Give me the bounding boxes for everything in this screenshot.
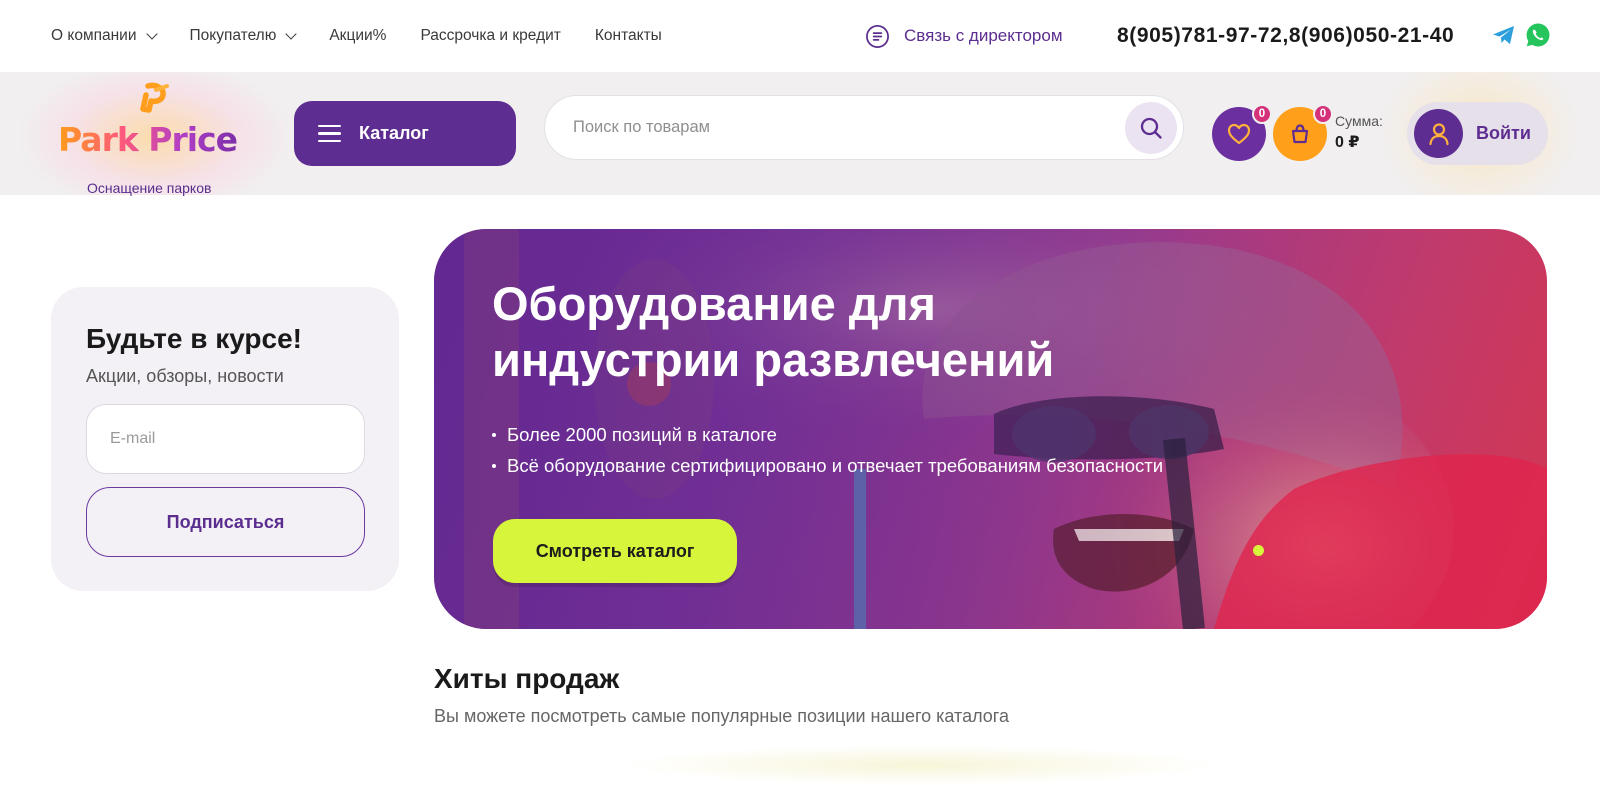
login-label: Войти: [1476, 123, 1531, 143]
nav-installments[interactable]: Рассрочка и кредит: [420, 27, 560, 45]
logo-mark-icon: [140, 82, 169, 113]
catalog-button-label: Каталог: [359, 123, 429, 143]
message-list-icon: [866, 24, 889, 48]
heart-icon: [1227, 123, 1251, 145]
cart-sum: Сумма: 0 ₽: [1335, 113, 1383, 152]
view-catalog-button[interactable]: Смотреть каталог: [493, 519, 737, 583]
director-contact-link[interactable]: Связь с директором: [865, 0, 1063, 72]
logo-text: Park Price: [58, 120, 238, 159]
catalog-button[interactable]: Каталог: [294, 101, 516, 166]
director-contact-label: Связь с директором: [904, 26, 1063, 45]
chevron-down-icon: [285, 27, 298, 40]
search-icon: [1140, 117, 1162, 139]
hero-banner: Оборудование для индустрии развлечений Б…: [434, 229, 1547, 629]
search-button[interactable]: [1125, 102, 1177, 154]
email-field-wrapper: [86, 404, 365, 474]
favorites-button[interactable]: 0: [1212, 104, 1272, 161]
slider-dot[interactable]: [1253, 545, 1264, 556]
cart-sum-value: 0 ₽: [1335, 134, 1360, 151]
telegram-icon[interactable]: [1491, 22, 1517, 48]
nav-buyer-label: Покупателю: [189, 27, 277, 44]
section-glow: [620, 745, 1220, 785]
user-icon: [1428, 122, 1449, 145]
email-field[interactable]: [110, 405, 350, 473]
subscribe-title: Будьте в курсе!: [86, 323, 303, 354]
top-nav: О компании Покупателю Акции% Рассрочка и…: [51, 0, 662, 72]
subscribe-button[interactable]: Подписаться: [86, 487, 365, 557]
cart-button[interactable]: 0: [1273, 104, 1333, 161]
logo-subtitle: Оснащение парков: [87, 180, 212, 196]
subscribe-subtitle: Акции, обзоры, новости: [86, 366, 284, 386]
hero-bullets: Более 2000 позиций в каталоге Всё оборуд…: [492, 419, 1163, 481]
menu-icon: [318, 125, 341, 142]
cart-sum-label: Сумма:: [1335, 113, 1383, 129]
top-bar: О компании Покупателю Акции% Рассрочка и…: [0, 0, 1600, 72]
subscribe-card: Будьте в курсе! Акции, обзоры, новости П…: [51, 287, 399, 591]
login-button[interactable]: Войти: [1407, 102, 1548, 165]
hits-subtitle: Вы можете посмотреть самые популярные по…: [434, 706, 1009, 726]
hero-title: Оборудование для индустрии развлечений: [492, 277, 1055, 386]
site-logo[interactable]: Park Price Оснащение парков: [56, 82, 256, 196]
nav-about-label: О компании: [51, 27, 137, 44]
basket-icon: [1291, 124, 1309, 144]
chevron-down-icon: [145, 27, 158, 40]
cart-count-badge: 0: [1313, 104, 1333, 124]
search-bar: [544, 95, 1184, 160]
nav-contacts-label: Контакты: [594, 27, 662, 44]
search-input[interactable]: [573, 96, 1113, 159]
nav-installments-label: Рассрочка и кредит: [420, 27, 561, 44]
nav-promotions[interactable]: Акции%: [329, 27, 386, 45]
favorites-count-badge: 0: [1252, 104, 1272, 124]
hits-title: Хиты продаж: [434, 663, 620, 694]
user-avatar: [1414, 109, 1463, 158]
hero-bullet: Всё оборудование сертифицировано и отвеч…: [492, 450, 1163, 481]
nav-buyer[interactable]: Покупателю: [189, 27, 298, 45]
nav-promotions-label: Акции%: [329, 27, 387, 44]
hero-bullet: Более 2000 позиций в каталоге: [492, 419, 1163, 450]
phone-numbers[interactable]: 8(905)781-97-72,8(906)050-21-40: [1117, 0, 1454, 72]
nav-contacts[interactable]: Контакты: [595, 27, 662, 45]
nav-about[interactable]: О компании: [51, 27, 158, 45]
whatsapp-icon[interactable]: [1525, 22, 1551, 48]
